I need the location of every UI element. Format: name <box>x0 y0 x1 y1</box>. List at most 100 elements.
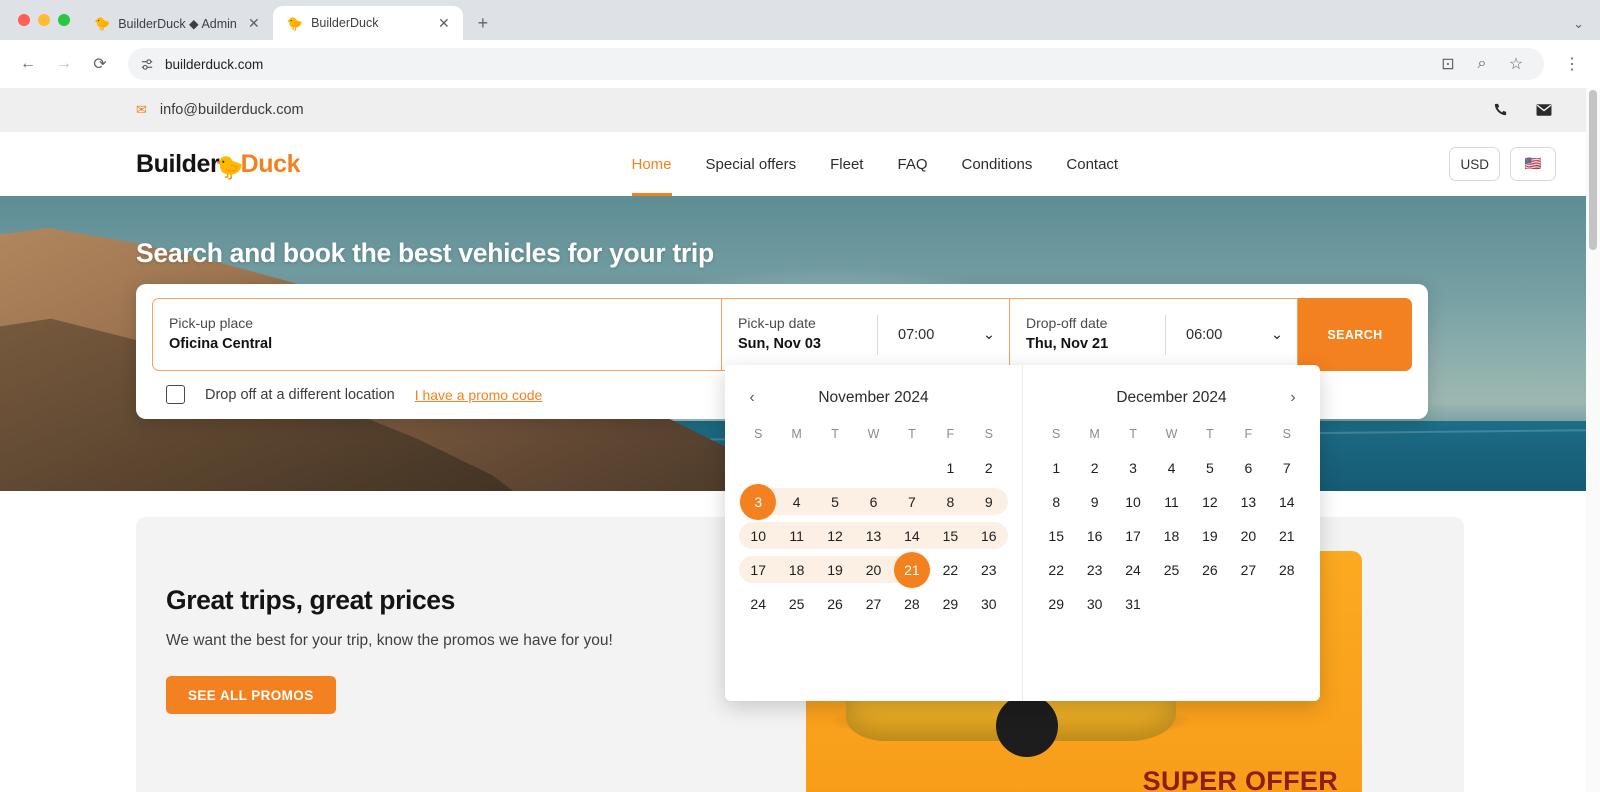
new-tab-button[interactable]: + <box>469 9 497 37</box>
calendar-day[interactable]: 3 <box>739 483 777 520</box>
calendar-prev-month-icon[interactable]: ‹ <box>739 385 765 411</box>
calendar-day[interactable]: 28 <box>893 587 931 620</box>
calendar-day[interactable]: 14 <box>893 519 931 552</box>
calendar-day[interactable]: 24 <box>1114 553 1152 586</box>
calendar-day[interactable]: 8 <box>931 485 969 518</box>
close-window-button[interactable] <box>18 14 30 26</box>
bookmark-star-icon[interactable]: ☆ <box>1500 48 1532 80</box>
pickup-date-field[interactable]: Pick-up date Sun, Nov 03 07:00 ⌄ <box>722 298 1010 371</box>
calendar-day[interactable]: 21 <box>893 551 931 588</box>
calendar-day[interactable]: 18 <box>1152 519 1190 552</box>
browser-menu-icon[interactable]: ⋮ <box>1556 48 1588 80</box>
calendar-day[interactable]: 11 <box>1152 485 1190 518</box>
nav-item-fleet[interactable]: Fleet <box>830 132 863 196</box>
search-button[interactable]: SEARCH <box>1298 298 1412 371</box>
nav-item-faq[interactable]: FAQ <box>897 132 927 196</box>
forward-icon[interactable]: → <box>48 48 80 80</box>
mail-icon[interactable] <box>1536 102 1552 118</box>
tab-builderduck-admin[interactable]: 🐤 BuilderDuck ◆ Admin ✕ <box>80 6 273 40</box>
calendar-day[interactable]: 5 <box>1191 451 1229 484</box>
calendar-day[interactable]: 17 <box>1114 519 1152 552</box>
calendar-day[interactable]: 10 <box>739 519 777 552</box>
calendar-day[interactable]: 8 <box>1037 485 1075 518</box>
calendar-day[interactable]: 31 <box>1114 587 1152 620</box>
calendar-day[interactable]: 16 <box>970 519 1008 552</box>
different-location-checkbox[interactable] <box>166 385 185 404</box>
calendar-day[interactable]: 19 <box>816 553 854 586</box>
calendar-day[interactable]: 20 <box>1229 519 1267 552</box>
calendar-day[interactable]: 21 <box>1268 519 1306 552</box>
calendar-day[interactable]: 23 <box>970 553 1008 586</box>
calendar-day[interactable]: 15 <box>931 519 969 552</box>
calendar-day[interactable]: 12 <box>816 519 854 552</box>
nav-item-home[interactable]: Home <box>631 132 672 196</box>
calendar-day[interactable]: 12 <box>1191 485 1229 518</box>
nav-item-special-offers[interactable]: Special offers <box>706 132 797 196</box>
calendar-day[interactable]: 4 <box>777 485 815 518</box>
maximize-window-button[interactable] <box>58 14 70 26</box>
calendar-day[interactable]: 2 <box>1075 451 1113 484</box>
site-settings-icon[interactable] <box>140 57 155 72</box>
chevron-down-icon[interactable]: ⌄ <box>983 327 995 343</box>
calendar-day[interactable]: 25 <box>1152 553 1190 586</box>
calendar-day[interactable]: 26 <box>816 587 854 620</box>
nav-item-contact[interactable]: Contact <box>1066 132 1118 196</box>
see-all-promos-button[interactable]: SEE ALL PROMOS <box>166 676 336 714</box>
tab-close-icon[interactable]: ✕ <box>435 15 453 32</box>
calendar-day[interactable]: 3 <box>1114 451 1152 484</box>
language-flag-icon[interactable]: 🇺🇸 <box>1509 147 1556 181</box>
calendar-day[interactable]: 18 <box>777 553 815 586</box>
pickup-time-select[interactable]: 07:00 ⌄ <box>877 314 1009 355</box>
nav-item-conditions[interactable]: Conditions <box>962 132 1033 196</box>
date-range-calendar[interactable]: ‹ November 2024 S M T W T F S 1234567891… <box>725 365 1320 701</box>
page-scrollbar[interactable] <box>1586 88 1600 792</box>
tab-close-icon[interactable]: ✕ <box>245 15 263 32</box>
calendar-day[interactable]: 20 <box>854 553 892 586</box>
calendar-day[interactable]: 24 <box>739 587 777 620</box>
calendar-day[interactable]: 17 <box>739 553 777 586</box>
calendar-day[interactable]: 7 <box>1268 451 1306 484</box>
calendar-day[interactable]: 2 <box>970 451 1008 484</box>
calendar-day[interactable]: 13 <box>1229 485 1267 518</box>
calendar-day[interactable]: 10 <box>1114 485 1152 518</box>
calendar-day[interactable]: 22 <box>931 553 969 586</box>
calendar-day[interactable]: 7 <box>893 485 931 518</box>
calendar-day[interactable]: 22 <box>1037 553 1075 586</box>
calendar-day[interactable]: 1 <box>1037 451 1075 484</box>
cast-icon[interactable]: ⊡ <box>1432 48 1464 80</box>
scrollbar-thumb[interactable] <box>1589 90 1597 250</box>
calendar-day[interactable]: 14 <box>1268 485 1306 518</box>
dropoff-date-field[interactable]: Drop-off date Thu, Nov 21 06:00 ⌄ <box>1010 298 1298 371</box>
chevron-down-icon[interactable]: ⌄ <box>1573 16 1584 32</box>
calendar-day[interactable]: 11 <box>777 519 815 552</box>
calendar-day[interactable]: 27 <box>854 587 892 620</box>
calendar-day[interactable]: 16 <box>1075 519 1113 552</box>
back-icon[interactable]: ← <box>12 48 44 80</box>
calendar-day[interactable]: 9 <box>970 485 1008 518</box>
phone-icon[interactable] <box>1493 102 1508 117</box>
calendar-day[interactable]: 4 <box>1152 451 1190 484</box>
calendar-day[interactable]: 25 <box>777 587 815 620</box>
dropoff-time-select[interactable]: 06:00 ⌄ <box>1165 314 1297 355</box>
pickup-date-text[interactable]: Pick-up date Sun, Nov 03 <box>722 303 877 366</box>
calendar-day[interactable]: 28 <box>1268 553 1306 586</box>
calendar-day[interactable]: 6 <box>854 485 892 518</box>
calendar-day[interactable]: 29 <box>931 587 969 620</box>
calendar-next-month-icon[interactable]: › <box>1280 385 1306 411</box>
pickup-place-field[interactable]: Pick-up place Oficina Central <box>152 298 722 371</box>
promo-code-link[interactable]: I have a promo code <box>415 387 543 403</box>
tab-builderduck[interactable]: 🐤 BuilderDuck ✕ <box>272 6 463 40</box>
calendar-day[interactable]: 5 <box>816 485 854 518</box>
calendar-day[interactable]: 26 <box>1191 553 1229 586</box>
calendar-day[interactable]: 9 <box>1075 485 1113 518</box>
calendar-day[interactable]: 23 <box>1075 553 1113 586</box>
calendar-day[interactable]: 19 <box>1191 519 1229 552</box>
calendar-day[interactable]: 30 <box>1075 587 1113 620</box>
minimize-window-button[interactable] <box>38 14 50 26</box>
calendar-day[interactable]: 6 <box>1229 451 1267 484</box>
calendar-day[interactable]: 1 <box>931 451 969 484</box>
contact-email[interactable]: info@builderduck.com <box>160 102 304 118</box>
currency-selector[interactable]: USD <box>1449 147 1500 181</box>
zoom-icon[interactable]: ⌕ <box>1466 48 1498 80</box>
calendar-day[interactable]: 13 <box>854 519 892 552</box>
